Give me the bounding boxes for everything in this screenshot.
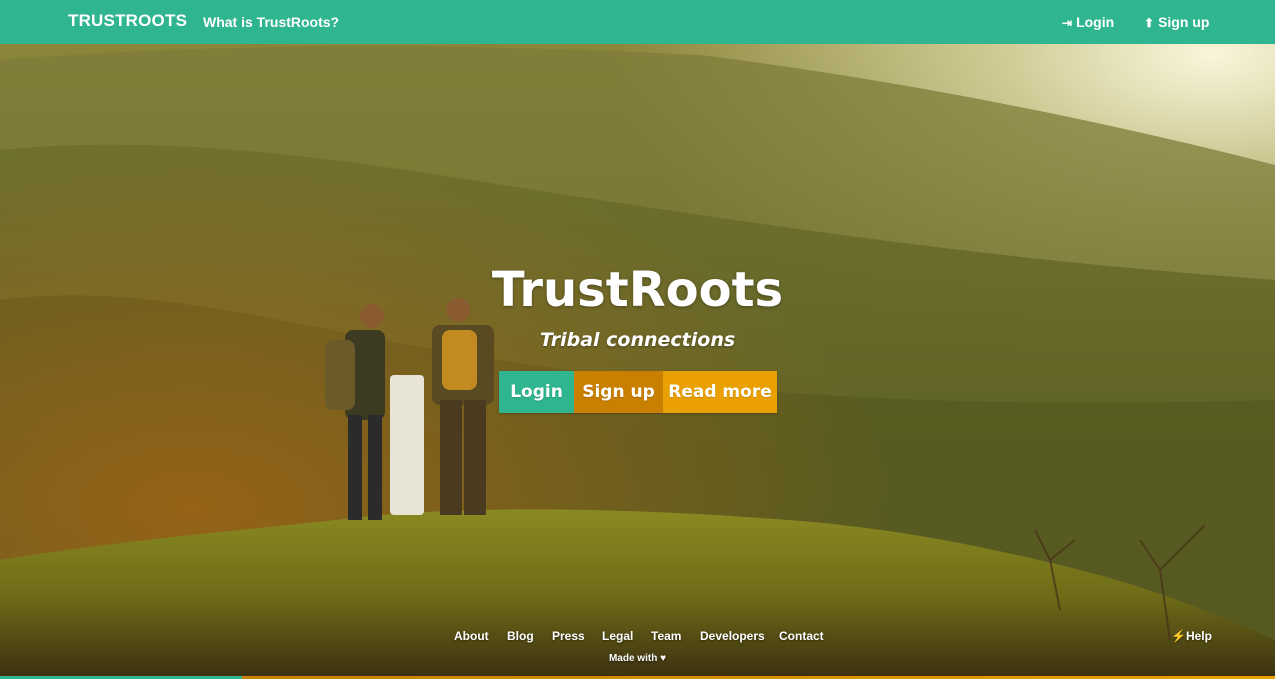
hero-signup-button[interactable]: Sign up [574, 371, 663, 413]
nav-login-link[interactable]: ⇥ Login [1062, 14, 1114, 30]
hero-read-more-button[interactable]: Read more [663, 371, 777, 413]
footer-link-team[interactable]: Team [651, 629, 681, 643]
what-is-link[interactable]: What is TrustRoots? [203, 14, 339, 30]
made-with-text: Made with ♥ [0, 653, 1275, 664]
nav-signup-label: Sign up [1158, 14, 1210, 30]
sign-in-icon: ⇥ [1062, 16, 1073, 30]
hero-title: TrustRoots [491, 262, 784, 318]
hero-subtitle: Tribal connections [539, 329, 736, 351]
bolt-icon: ⚡ [1171, 629, 1186, 643]
nav-signup-link[interactable]: ⬆ Sign up [1144, 14, 1209, 30]
heart-icon: ♥ [660, 653, 667, 664]
arrow-circle-up-icon: ⬆ [1144, 16, 1155, 30]
footer-link-press[interactable]: Press [552, 629, 585, 643]
help-link[interactable]: ⚡Help [1171, 629, 1212, 643]
footer-link-legal[interactable]: Legal [602, 629, 633, 643]
hero-login-button[interactable]: Login [499, 371, 574, 413]
footer-link-about[interactable]: About [454, 629, 489, 643]
brand-logo[interactable]: TRUSTROOTS [68, 11, 187, 31]
footer-link-blog[interactable]: Blog [507, 629, 534, 643]
footer-link-contact[interactable]: Contact [779, 629, 824, 643]
top-navbar: TRUSTROOTS What is TrustRoots? ⇥ Login ⬆ S… [0, 0, 1275, 44]
footer-link-developers[interactable]: Developers [700, 629, 765, 643]
help-label: Help [1185, 629, 1212, 643]
nav-login-label: Login [1076, 14, 1115, 30]
made-with-label: Made with [608, 653, 658, 664]
hero-button-group: Login Sign up Read more [499, 371, 777, 413]
